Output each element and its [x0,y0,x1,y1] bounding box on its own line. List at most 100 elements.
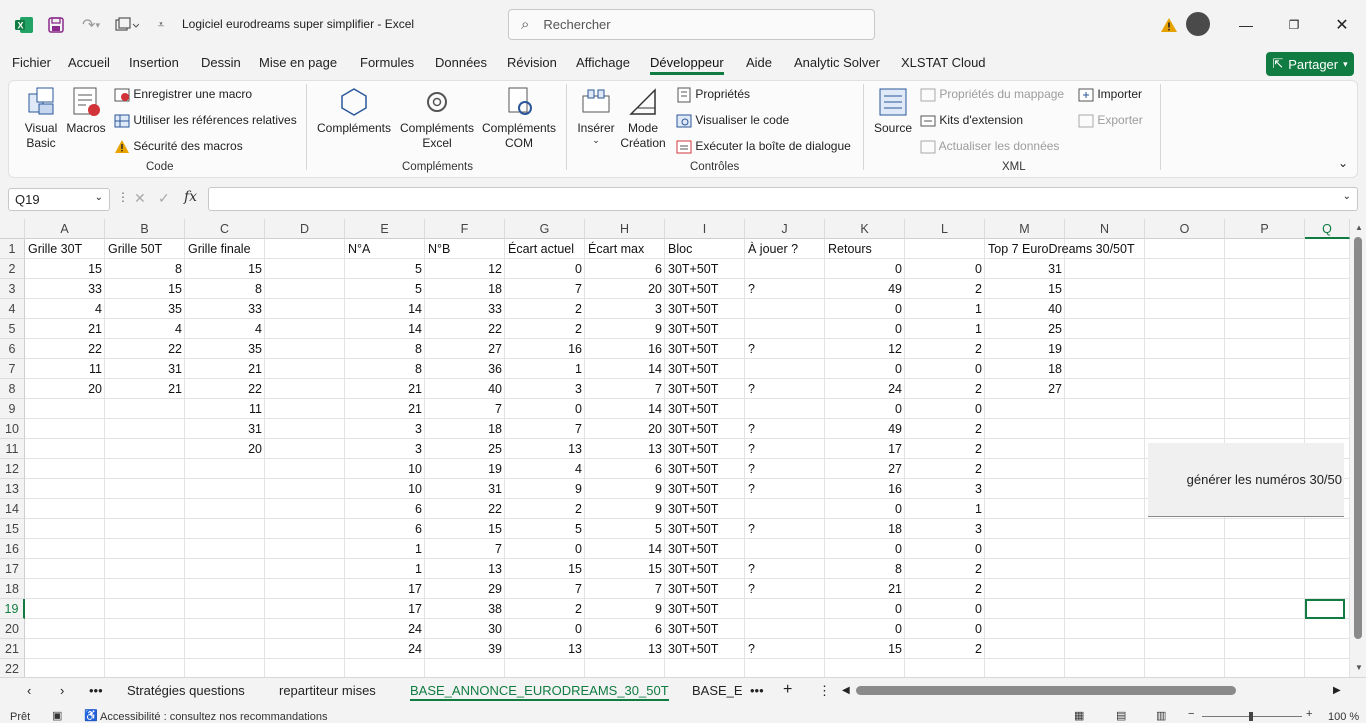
cell-e21[interactable]: 24 [345,639,425,659]
column-header-d[interactable]: D [265,219,345,239]
cell-k18[interactable]: 21 [825,579,905,599]
cell-k21[interactable]: 15 [825,639,905,659]
macro-record-icon[interactable]: ▣ [52,709,62,722]
cell-h21[interactable]: 13 [585,639,665,659]
cell-g8[interactable]: 3 [505,379,585,399]
row-header-14[interactable]: 14 [0,499,25,519]
cell-e16[interactable]: 1 [345,539,425,559]
cell-h19[interactable]: 9 [585,599,665,619]
cell-i2[interactable]: 30T+50T [665,259,745,279]
cell-h2[interactable]: 6 [585,259,665,279]
column-header-f[interactable]: F [425,219,505,239]
relative-refs-button[interactable]: Utiliser les références relatives [114,113,297,129]
cell-i19[interactable]: 30T+50T [665,599,745,619]
cell-h10[interactable]: 20 [585,419,665,439]
cell-h6[interactable]: 16 [585,339,665,359]
cell-g16[interactable]: 0 [505,539,585,559]
row-header-6[interactable]: 6 [0,339,25,359]
cell-k2[interactable]: 0 [825,259,905,279]
column-header-a[interactable]: A [25,219,105,239]
column-header-q[interactable]: Q [1305,219,1350,239]
cell-g20[interactable]: 0 [505,619,585,639]
cell-k7[interactable]: 0 [825,359,905,379]
tab-analytic-solver[interactable]: Analytic Solver [794,55,880,70]
save-icon[interactable] [46,14,66,36]
cancel-icon[interactable]: ✕ [134,190,146,207]
cell-f17[interactable]: 13 [425,559,505,579]
cell-l13[interactable]: 3 [905,479,985,499]
import-button[interactable]: Importer [1078,87,1142,103]
view-code-button[interactable]: Visualiser le code [676,113,789,129]
cell-f16[interactable]: 7 [425,539,505,559]
cell-e11[interactable]: 3 [345,439,425,459]
cell-e9[interactable]: 21 [345,399,425,419]
cell-g11[interactable]: 13 [505,439,585,459]
cell-f7[interactable]: 36 [425,359,505,379]
cell-e5[interactable]: 14 [345,319,425,339]
cell-g12[interactable]: 4 [505,459,585,479]
cell-i16[interactable]: 30T+50T [665,539,745,559]
cell-c2[interactable]: 15 [185,259,265,279]
cell-m7[interactable]: 18 [985,359,1065,379]
row-header-4[interactable]: 4 [0,299,25,319]
cell-e2[interactable]: 5 [345,259,425,279]
row-header-16[interactable]: 16 [0,539,25,559]
properties-button[interactable]: Propriétés [676,87,750,103]
cell-h13[interactable]: 9 [585,479,665,499]
cell-c3[interactable]: 8 [185,279,265,299]
cell-k5[interactable]: 0 [825,319,905,339]
cell-h4[interactable]: 3 [585,299,665,319]
prev-sheet-icon[interactable]: ‹ [27,683,31,698]
selected-cell-q19[interactable] [1305,599,1345,619]
cell-k12[interactable]: 27 [825,459,905,479]
vertical-scrollbar[interactable]: ▲ ▼ [1350,219,1366,677]
cell-g1[interactable]: Écart actuel [505,239,585,259]
cell-m4[interactable]: 40 [985,299,1065,319]
refresh-data-button[interactable]: Actualiser les données [920,139,1059,155]
cell-b7[interactable]: 31 [105,359,185,379]
cell-h18[interactable]: 7 [585,579,665,599]
cell-f14[interactable]: 22 [425,499,505,519]
column-header-e[interactable]: E [345,219,425,239]
cell-e13[interactable]: 10 [345,479,425,499]
cell-c10[interactable]: 31 [185,419,265,439]
cell-c9[interactable]: 11 [185,399,265,419]
cell-k14[interactable]: 0 [825,499,905,519]
confirm-icon[interactable]: ✓ [158,190,170,207]
cell-a6[interactable]: 22 [25,339,105,359]
macros-button[interactable]: Macros [66,86,106,135]
cell-l17[interactable]: 2 [905,559,985,579]
row-header-2[interactable]: 2 [0,259,25,279]
vertical-scroll-thumb[interactable] [1354,237,1362,639]
cell-c8[interactable]: 22 [185,379,265,399]
cell-f4[interactable]: 33 [425,299,505,319]
cell-a4[interactable]: 4 [25,299,105,319]
cell-g6[interactable]: 16 [505,339,585,359]
row-header-3[interactable]: 3 [0,279,25,299]
cell-c5[interactable]: 4 [185,319,265,339]
cell-c1[interactable]: Grille finale [185,239,265,259]
name-box[interactable]: Q19 ⌄ [8,188,110,211]
cell-k8[interactable]: 24 [825,379,905,399]
row-header-8[interactable]: 8 [0,379,25,399]
restore-icon[interactable]: ❐ [1286,14,1302,36]
column-header-k[interactable]: K [825,219,905,239]
formula-input[interactable]: ⌄ [208,187,1358,211]
macro-security-button[interactable]: Sécurité des macros [114,139,243,155]
column-header-o[interactable]: O [1145,219,1225,239]
scroll-down-icon[interactable]: ▼ [1355,663,1363,672]
complements-button[interactable]: Compléments [314,86,394,135]
more-sheets-icon[interactable]: ••• [750,683,764,698]
sheet-tab-base-eu[interactable]: BASE_EU [692,683,742,698]
cell-f9[interactable]: 7 [425,399,505,419]
cell-h3[interactable]: 20 [585,279,665,299]
cell-h16[interactable]: 14 [585,539,665,559]
tab-dessin[interactable]: Dessin [201,55,241,70]
more-sheets-icon[interactable]: ••• [89,683,103,698]
row-header-21[interactable]: 21 [0,639,25,659]
scroll-up-icon[interactable]: ▲ [1355,223,1363,232]
cell-b3[interactable]: 15 [105,279,185,299]
cell-f3[interactable]: 18 [425,279,505,299]
xml-source-button[interactable]: Source [872,86,914,135]
column-header-m[interactable]: M [985,219,1065,239]
